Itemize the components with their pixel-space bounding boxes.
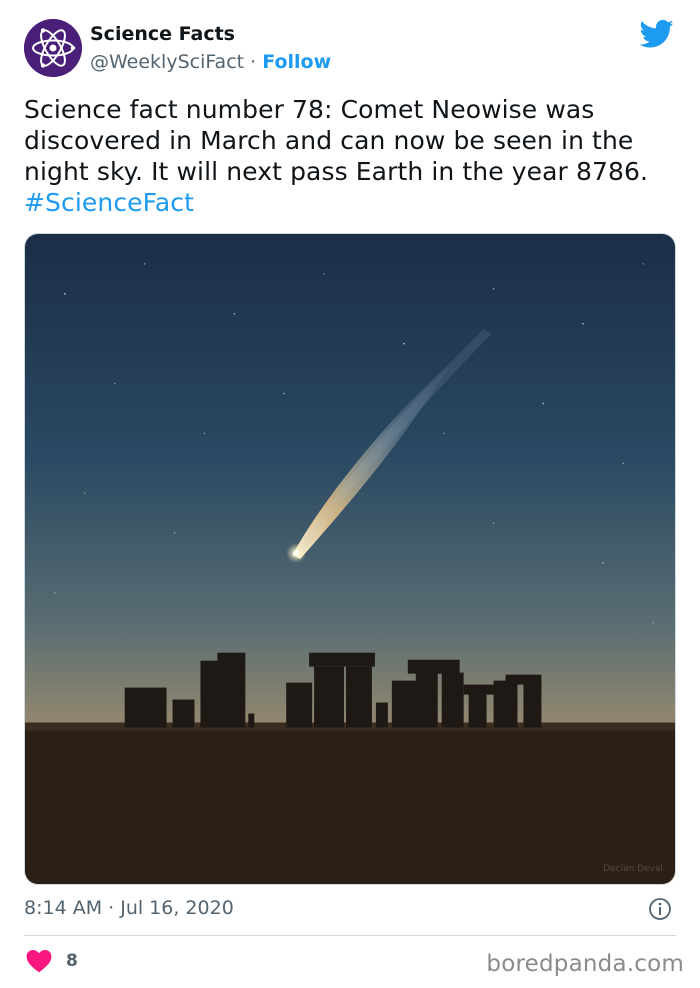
site-watermark: boredpanda.com [486, 951, 684, 977]
twitter-bird-icon[interactable] [640, 19, 674, 49]
author-avatar[interactable] [24, 19, 82, 77]
author-handle[interactable]: @WeeklySciFact [90, 51, 244, 73]
like-count: 8 [66, 951, 78, 971]
follow-button[interactable]: Follow [262, 51, 331, 73]
separator: · [250, 51, 257, 73]
tweet-header: Science Facts @WeeklySciFact · Follow [24, 19, 676, 79]
atom-icon [24, 19, 82, 77]
photo-credit: Declan Deval [603, 864, 663, 874]
like-action[interactable]: 8 [26, 947, 78, 975]
heart-icon[interactable] [26, 949, 52, 973]
tweet-photo[interactable]: Declan Deval [24, 233, 676, 885]
author-handle-row: @WeeklySciFact · Follow [90, 51, 331, 73]
info-icon[interactable] [648, 897, 672, 921]
comet-stonehenge-photo [25, 234, 675, 884]
tweet-timestamp[interactable]: 8:14 AM · Jul 16, 2020 [24, 897, 234, 919]
author-name[interactable]: Science Facts [90, 23, 235, 45]
tweet-body: Science fact number 78: Comet Neowise wa… [24, 94, 684, 218]
tweet-text: Science fact number 78: Comet Neowise wa… [24, 95, 649, 186]
divider [24, 935, 676, 936]
hashtag-link[interactable]: #ScienceFact [24, 188, 194, 217]
